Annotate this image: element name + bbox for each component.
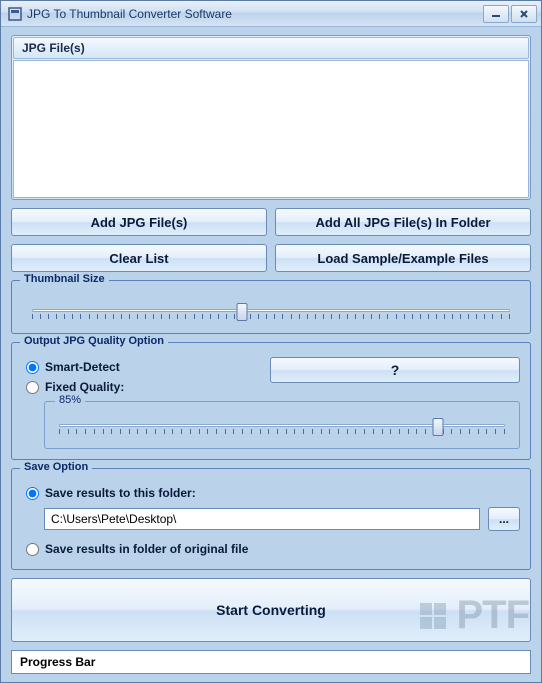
add-folder-button[interactable]: Add All JPG File(s) In Folder [275,208,531,236]
button-row-1: Add JPG File(s) Add All JPG File(s) In F… [11,208,531,236]
quality-percent-label: 85% [55,394,85,406]
browse-button[interactable]: ... [488,507,520,531]
fixed-quality-label: Fixed Quality: [45,380,124,394]
fixed-quality-radio[interactable] [26,381,39,394]
fixed-quality-subgroup: 85% [44,401,520,449]
button-row-2: Clear List Load Sample/Example Files [11,244,531,272]
save-original-radio-row[interactable]: Save results in folder of original file [22,539,520,559]
file-list[interactable] [13,60,529,198]
file-list-panel: JPG File(s) [11,35,531,200]
save-original-label: Save results in folder of original file [45,542,248,556]
client-area: JPG File(s) Add JPG File(s) Add All JPG … [1,27,541,682]
quality-slider[interactable] [59,416,505,438]
thumbnail-slider-wrap [22,295,520,323]
window-title: JPG To Thumbnail Converter Software [27,7,483,21]
window-buttons [483,5,537,23]
progress-label: Progress Bar [20,655,95,669]
slider-thumb[interactable] [433,418,444,436]
add-files-button[interactable]: Add JPG File(s) [11,208,267,236]
output-quality-title: Output JPG Quality Option [20,335,168,347]
save-to-folder-radio-row[interactable]: Save results to this folder: [22,483,520,503]
save-path-input[interactable] [44,508,480,530]
slider-rail [32,309,510,312]
output-quality-group: Output JPG Quality Option Smart-Detect F… [11,342,531,460]
load-sample-button[interactable]: Load Sample/Example Files [275,244,531,272]
slider-thumb[interactable] [237,303,248,321]
minimize-button[interactable] [483,5,509,23]
smart-detect-radio[interactable] [26,361,39,374]
save-original-radio[interactable] [26,543,39,556]
path-row: ... [44,507,520,531]
thumbnail-size-title: Thumbnail Size [20,273,109,285]
file-list-header: JPG File(s) [13,37,529,59]
app-icon [7,6,23,22]
progress-bar: Progress Bar [11,650,531,674]
main-window: JPG To Thumbnail Converter Software JPG … [0,0,542,683]
save-option-title: Save Option [20,461,92,473]
thumbnail-size-slider[interactable] [32,301,510,323]
slider-ticks [32,314,510,320]
smart-detect-radio-row[interactable]: Smart-Detect [22,357,270,377]
save-to-folder-label: Save results to this folder: [45,486,196,500]
start-converting-button[interactable]: Start Converting [11,578,531,642]
save-option-group: Save Option Save results to this folder:… [11,468,531,570]
help-button[interactable]: ? [270,357,520,383]
save-to-folder-radio[interactable] [26,487,39,500]
thumbnail-size-group: Thumbnail Size [11,280,531,334]
titlebar[interactable]: JPG To Thumbnail Converter Software [1,1,541,27]
close-button[interactable] [511,5,537,23]
clear-list-button[interactable]: Clear List [11,244,267,272]
smart-detect-label: Smart-Detect [45,360,120,374]
